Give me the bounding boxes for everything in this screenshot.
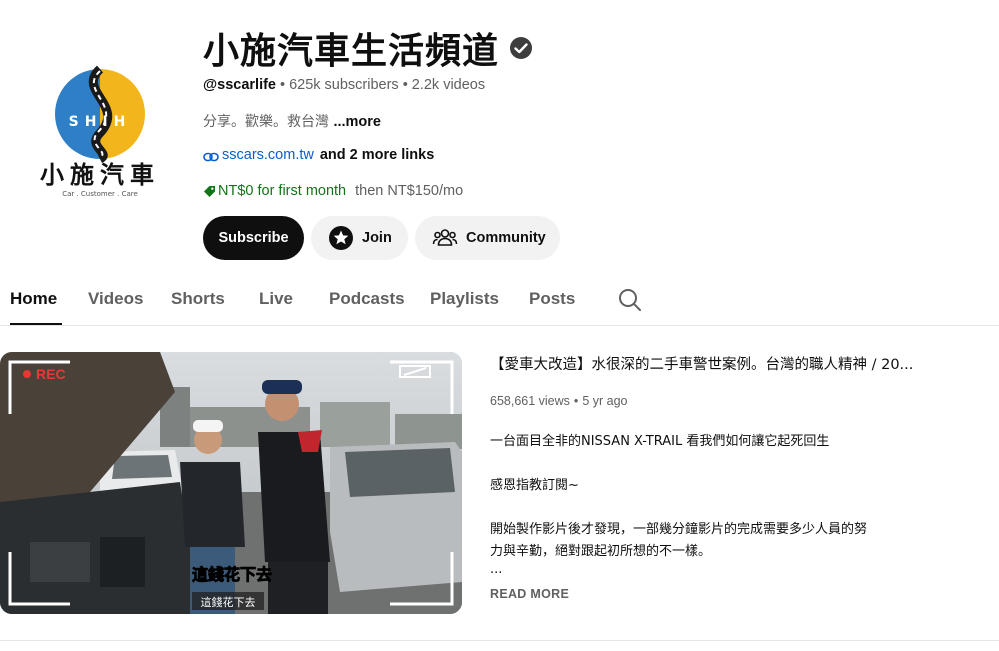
desc-line: 力與辛勤，絕對跟起初所想的不一樣。: [490, 544, 712, 559]
description-more-link[interactable]: ...more: [333, 114, 381, 130]
video-count: 2.2k videos: [411, 77, 486, 93]
upload-age: 5 yr ago: [582, 394, 628, 408]
section-divider: [0, 640, 999, 641]
tab-podcasts[interactable]: Podcasts: [329, 279, 405, 325]
desc-line: 開始製作影片後才發現，一部幾分鐘影片的完成需要多少人員的努: [490, 522, 868, 537]
channel-description[interactable]: 分享。歡樂。救台灣 ...more: [203, 111, 381, 131]
desc-line: 一台面目全非的NISSAN X-TRAIL 看我們如何讓它起死回生: [490, 434, 830, 449]
logo-big-text: 小施汽車: [40, 160, 160, 189]
offer-text: NT$0 for first month: [218, 183, 347, 199]
people-icon: [432, 225, 458, 251]
price-tag-icon: [203, 185, 216, 198]
link-icon: [203, 150, 219, 162]
desc-line: 感恩指教訂閱~: [490, 478, 579, 493]
offer-then-text: then NT$150/mo: [355, 183, 464, 199]
featured-video-title[interactable]: 【愛車大改造】水很深的二手車警世案例。台灣的職人精神 / 20...: [490, 353, 930, 374]
tab-posts[interactable]: Posts: [529, 279, 575, 325]
channel-logo: SHIH 小施汽車 Car . Customer . Care: [14, 35, 186, 207]
tab-playlists[interactable]: Playlists: [430, 279, 499, 325]
desc-line: ...: [490, 562, 503, 577]
channel-tabs: Home Videos Shorts Live Podcasts Playlis…: [0, 279, 999, 326]
featured-video-thumbnail[interactable]: REC 這錢花下去 這錢花下去: [0, 352, 462, 614]
community-label: Community: [466, 230, 546, 246]
logo-letters: SHIH: [69, 114, 132, 130]
join-button[interactable]: Join: [311, 216, 408, 260]
tab-videos[interactable]: Videos: [88, 279, 143, 325]
channel-avatar[interactable]: SHIH 小施汽車 Car . Customer . Care: [14, 35, 186, 207]
desc-line: [490, 497, 940, 519]
more-links-button[interactable]: and 2 more links: [320, 147, 434, 163]
community-button[interactable]: Community: [415, 216, 560, 260]
tab-home[interactable]: Home: [10, 279, 62, 325]
view-count: 658,661 views: [490, 394, 570, 408]
thumbnail-image: REC 這錢花下去 這錢花下去: [0, 352, 462, 614]
tab-shorts[interactable]: Shorts: [171, 279, 225, 325]
channel-actions: Subscribe Join Community: [203, 216, 560, 260]
logo-tagline: Car . Customer . Care: [62, 190, 138, 198]
membership-offer: NT$0 for first month then NT$150/mo: [203, 183, 463, 199]
rec-label: REC: [36, 366, 66, 382]
star-badge-icon: [328, 225, 354, 251]
featured-video-description: 一台面目全非的NISSAN X-TRAIL 看我們如何讓它起死回生 感恩指教訂閱…: [490, 431, 940, 577]
search-icon[interactable]: [617, 287, 643, 313]
caption-sub: 這錢花下去: [201, 595, 256, 609]
channel-title: 小施汽車生活頻道: [203, 31, 500, 72]
channel-link-url[interactable]: sscars.com.tw: [222, 147, 314, 163]
subscribe-button[interactable]: Subscribe: [203, 216, 304, 260]
caption-main: 這錢花下去: [192, 565, 272, 584]
channel-handle: @sscarlife: [203, 77, 276, 93]
desc-line: [490, 453, 940, 475]
description-text: 分享。歡樂。救台灣: [203, 114, 329, 130]
featured-video-meta: 658,661 views • 5 yr ago: [490, 394, 628, 408]
subscriber-count: 625k subscribers: [289, 77, 399, 93]
join-label: Join: [362, 230, 392, 246]
channel-title-row: 小施汽車生活頻道: [203, 22, 533, 74]
channel-links: sscars.com.tw and 2 more links: [203, 147, 434, 163]
rec-dot-icon: [23, 370, 31, 378]
read-more-button[interactable]: READ MORE: [490, 587, 569, 601]
tab-live[interactable]: Live: [259, 279, 293, 325]
verified-badge-icon: [509, 36, 533, 60]
channel-meta: @sscarlife • 625k subscribers • 2.2k videos: [203, 77, 486, 93]
